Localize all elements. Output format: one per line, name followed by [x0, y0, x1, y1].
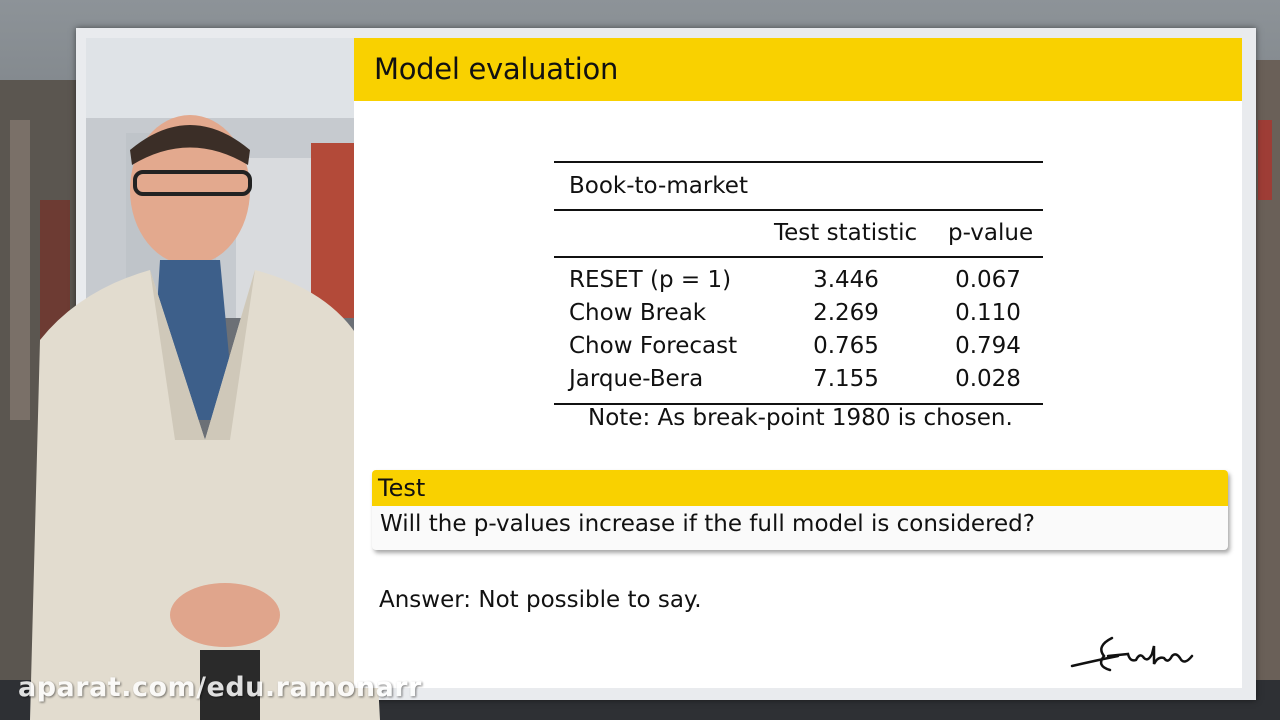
test-question: Will the p-values increase if the full m…	[380, 511, 1035, 537]
table-top-rule	[554, 161, 1043, 163]
row-statistic: 2.269	[813, 300, 879, 326]
row-statistic: 0.765	[813, 333, 879, 359]
answer-text: Answer: Not possible to say.	[379, 587, 702, 613]
row-p-value: 0.794	[955, 333, 1021, 359]
row-p-value: 0.067	[955, 267, 1021, 293]
table-caption: Book-to-market	[569, 173, 748, 199]
table-note: Note: As break-point 1980 is chosen.	[588, 405, 1013, 431]
test-block: Test Will the p-values increase if the f…	[372, 470, 1228, 550]
row-test-name: Chow Break	[569, 300, 707, 326]
test-block-header: Test	[372, 470, 1228, 506]
slide: Model evaluation Book-to-market Test sta…	[354, 38, 1242, 688]
university-signature-logo	[1070, 636, 1194, 672]
header-test-statistic: Test statistic	[774, 220, 918, 246]
row-p-value: 0.028	[955, 366, 1021, 392]
watermark-text: aparat.com/edu.ramonarr	[18, 672, 422, 703]
table-caption-rule	[554, 209, 1043, 211]
row-p-value: 0.110	[955, 300, 1021, 326]
slide-title: Model evaluation	[374, 52, 619, 86]
row-test-name: Chow Forecast	[569, 333, 738, 359]
row-statistic: 3.446	[813, 267, 879, 293]
header-p-value: p-value	[948, 220, 1034, 246]
test-block-title: Test	[378, 474, 426, 502]
table-header-rule	[554, 256, 1043, 258]
row-statistic: 7.155	[813, 366, 879, 392]
row-test-name: RESET (p = 1)	[569, 267, 732, 293]
row-test-name: Jarque-Bera	[569, 366, 704, 392]
slide-header: Model evaluation	[354, 38, 1242, 101]
presenter-figure	[30, 115, 380, 720]
